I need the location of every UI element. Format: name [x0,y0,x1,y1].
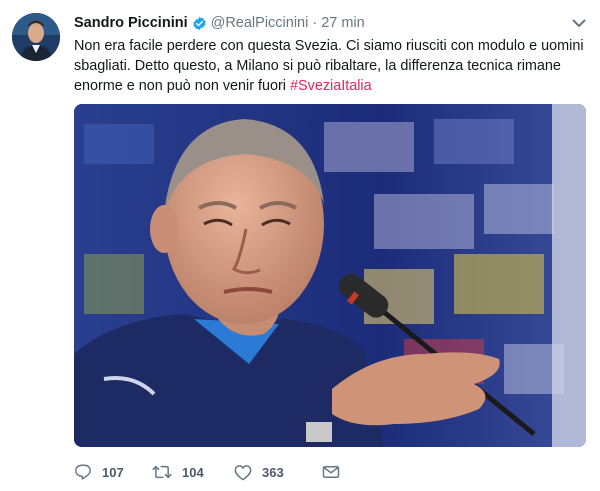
heart-icon [234,464,252,481]
hashtag-link[interactable]: #SveziaItalia [290,78,372,94]
verified-badge-icon [192,16,207,31]
like-button[interactable]: 363 [234,464,322,481]
reply-icon [74,463,92,481]
retweet-count: 104 [182,464,204,480]
author-name[interactable]: Sandro Piccinini [74,15,188,31]
tweet-text: Non era facile perdere con questa Svezia… [74,36,584,96]
tweet-header: Sandro Piccinini @RealPiccinini · 27 min [74,13,365,33]
tweet-card[interactable]: Sandro Piccinini @RealPiccinini · 27 min… [0,0,600,491]
envelope-icon [322,464,340,480]
like-count: 363 [262,464,284,480]
header-separator: · [312,15,318,31]
tweet-timestamp[interactable]: 27 min [321,15,365,31]
avatar[interactable] [12,13,60,61]
action-bar: 107 104 363 [74,460,352,484]
chevron-down-icon[interactable] [570,14,588,32]
retweet-icon [152,463,172,481]
tweet-photo[interactable] [74,104,586,447]
direct-message-button[interactable] [322,464,352,480]
reply-count: 107 [102,464,124,480]
retweet-button[interactable]: 104 [152,463,234,481]
reply-button[interactable]: 107 [74,463,152,481]
author-handle[interactable]: @RealPiccinini [211,15,309,31]
